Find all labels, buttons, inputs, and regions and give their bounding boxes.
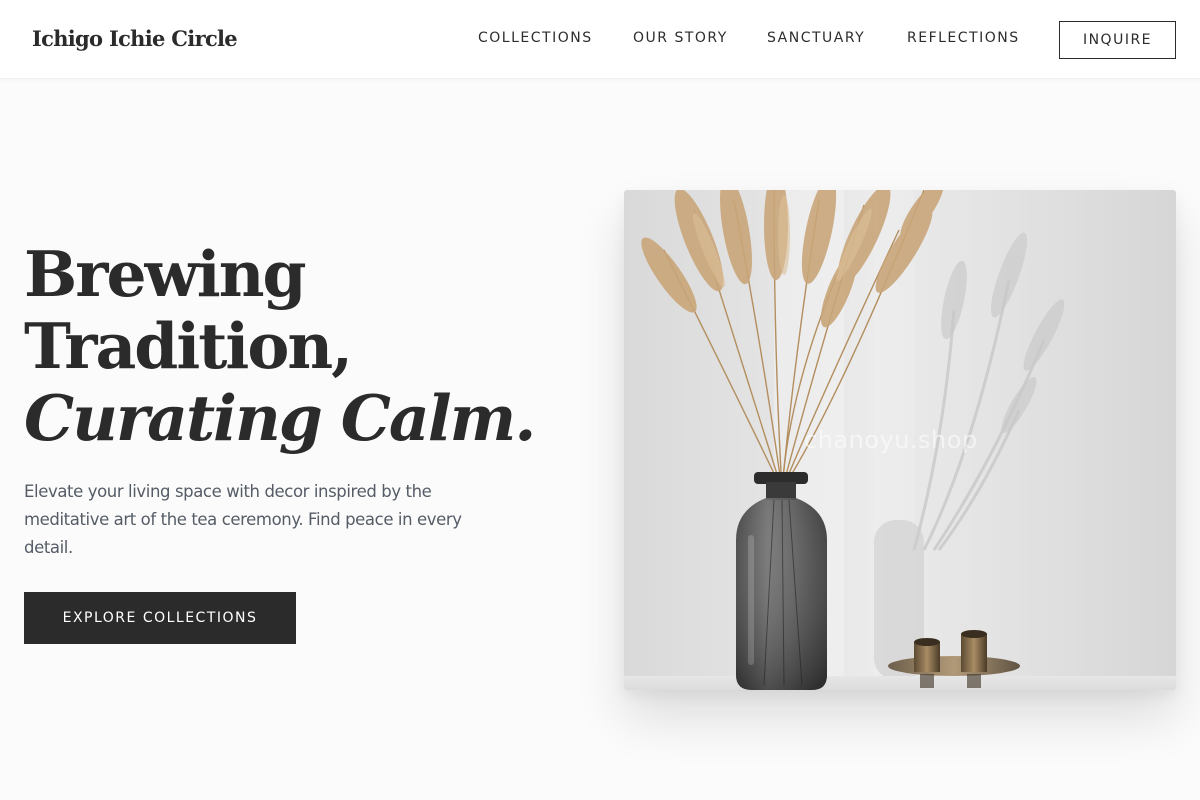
- plant-shadow: [912, 279, 1046, 551]
- site-header: Ichigo Ichie Circle COLLECTIONS OUR STOR…: [0, 0, 1200, 79]
- nav-link-our-story[interactable]: OUR STORY: [633, 30, 728, 46]
- hero-title-line-2: Tradition,: [24, 309, 353, 383]
- hero-title-line-1: Brewing: [24, 237, 307, 311]
- explore-collections-button[interactable]: EXPLORE COLLECTIONS: [24, 592, 296, 644]
- inquire-button[interactable]: INQUIRE: [1059, 21, 1176, 59]
- nav-link-reflections[interactable]: REFLECTIONS: [907, 30, 1020, 46]
- hero-description: Elevate your living space with decor ins…: [24, 482, 462, 557]
- hero-title-line-3: Curating Calm.: [24, 381, 536, 455]
- hero-title: Brewing Tradition, Curating Calm.: [24, 237, 536, 455]
- nav-link-sanctuary[interactable]: SANCTUARY: [767, 30, 865, 46]
- hero-image: chanoyu.shop: [624, 190, 1176, 690]
- brand-logo[interactable]: Ichigo Ichie Circle: [32, 26, 238, 51]
- nav-link-collections[interactable]: COLLECTIONS: [478, 30, 593, 46]
- image-watermark: chanoyu.shop: [804, 426, 978, 454]
